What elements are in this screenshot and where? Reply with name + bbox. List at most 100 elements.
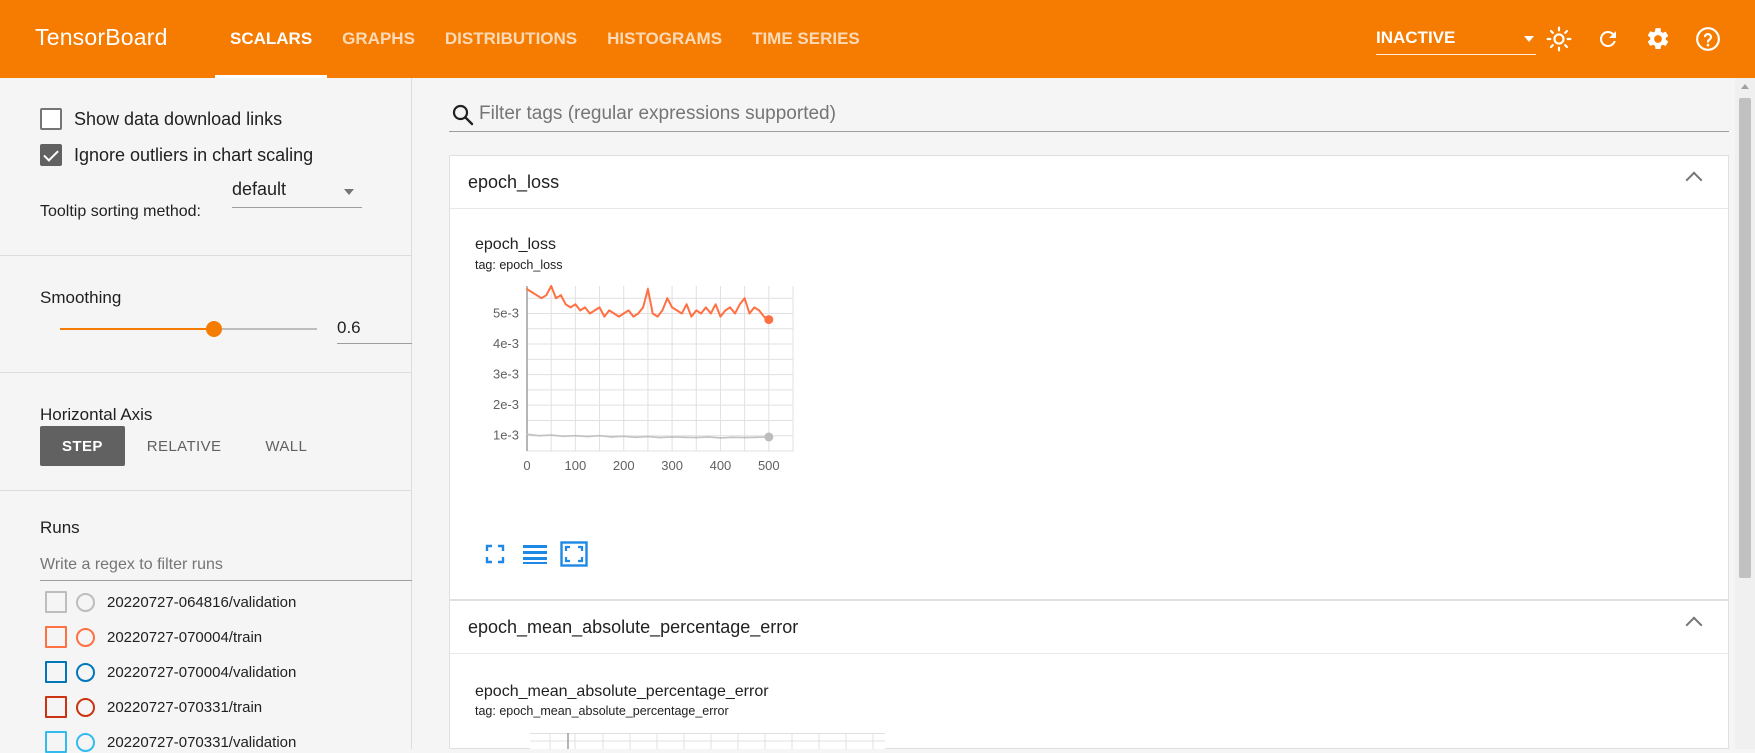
smoothing-slider[interactable] <box>60 321 317 337</box>
epoch-loss-chart[interactable]: 0 100 200 300 400 500 1e-3 2e-3 3e-3 4e-3 5e-3 <box>475 280 895 540</box>
ignore-outliers-label: Ignore outliers in chart scaling <box>74 144 314 165</box>
tab-time-series[interactable]: TIME SERIES <box>737 0 875 78</box>
search-icon <box>452 104 474 126</box>
data-point <box>714 303 717 306</box>
data-point <box>734 312 736 315</box>
tooltip-sorting-select[interactable]: default <box>232 178 362 208</box>
card-title: epoch_mean_absolute_percentage_error <box>468 617 799 637</box>
data-point <box>743 297 746 300</box>
show-download-links-label: Show data download links <box>74 108 283 129</box>
chevron-down-icon <box>1524 36 1534 42</box>
tooltip-sorting-value: default <box>232 179 287 199</box>
settings-icon[interactable] <box>1642 23 1674 55</box>
data-point <box>738 303 741 306</box>
tab-scalars[interactable]: SCALARS <box>215 0 328 78</box>
legend-toggle-icon[interactable] <box>522 543 548 565</box>
sidebar: Show data download links Ignore outliers… <box>0 78 412 753</box>
data-point <box>569 306 572 309</box>
fit-domain-icon[interactable] <box>560 541 588 567</box>
run-checkbox[interactable] <box>45 626 67 648</box>
data-point <box>753 306 756 309</box>
help-icon[interactable] <box>1692 23 1724 55</box>
horizontal-axis-toggle: STEP RELATIVE WALL <box>40 426 329 466</box>
axis-step-button[interactable]: STEP <box>40 426 125 466</box>
brightness-icon[interactable] <box>1543 23 1575 55</box>
data-point <box>622 435 625 438</box>
chevron-up-icon[interactable] <box>1685 616 1703 634</box>
run-color-icon[interactable] <box>76 697 95 717</box>
data-point <box>764 315 774 325</box>
run-color-icon[interactable] <box>76 592 95 612</box>
x-tick-label: 100 <box>565 458 587 473</box>
data-point <box>559 294 562 297</box>
data-point <box>719 315 722 318</box>
checkbox-unchecked[interactable] <box>40 108 62 130</box>
data-point <box>588 312 591 315</box>
epoch-mape-card-header[interactable]: epoch_mean_absolute_percentage_error <box>450 601 1728 654</box>
tab-distributions[interactable]: DISTRIBUTIONS <box>430 0 592 78</box>
epoch-loss-card-header[interactable]: epoch_loss <box>450 156 1728 209</box>
axis-wall-button[interactable]: WALL <box>243 426 329 466</box>
data-point <box>707 436 710 438</box>
smoothing-input[interactable]: 0.6 <box>337 314 412 344</box>
inactive-dashboards-select[interactable]: INACTIVE <box>1376 25 1536 55</box>
data-point <box>610 436 613 438</box>
chevron-up-icon[interactable] <box>1685 171 1703 189</box>
run-checkbox[interactable] <box>45 696 67 718</box>
epoch-mape-chart[interactable] <box>530 733 885 749</box>
data-point <box>538 434 540 437</box>
data-point <box>647 288 649 290</box>
data-point <box>683 436 686 439</box>
tooltip-sorting-label: Tooltip sorting method: <box>40 203 201 220</box>
checkbox-checked[interactable] <box>40 144 62 166</box>
app-brand: TensorBoard <box>35 24 168 50</box>
data-point <box>550 285 553 287</box>
run-checkbox[interactable] <box>45 591 67 613</box>
data-point <box>627 309 630 312</box>
scroll-up-arrow-icon[interactable] <box>1741 84 1749 89</box>
run-name: 20220727-070331/train <box>107 698 263 716</box>
data-point <box>709 312 712 315</box>
data-point <box>680 312 683 315</box>
data-point <box>656 315 659 318</box>
fullscreen-icon[interactable] <box>484 543 506 565</box>
top-app-bar: TensorBoard SCALARS GRAPHS DISTRIBUTIONS… <box>0 0 1755 78</box>
data-point <box>579 309 582 312</box>
ignore-outliers-checkbox[interactable]: Ignore outliers in chart scaling <box>40 144 313 166</box>
epoch-mape-card: epoch_mean_absolute_percentage_error <box>449 600 1729 749</box>
runs-filter-input[interactable]: Write a regex to filter runs <box>40 551 412 581</box>
data-point <box>748 312 751 315</box>
axis-relative-button[interactable]: RELATIVE <box>125 426 244 466</box>
data-point <box>530 291 533 294</box>
data-point <box>545 294 548 297</box>
run-color-icon[interactable] <box>76 627 95 647</box>
plot-area <box>527 286 793 451</box>
run-item[interactable]: 20220727-070004/validation <box>45 661 296 683</box>
x-tick-label: 200 <box>613 458 635 473</box>
tag-filter-input[interactable]: Filter tags (regular expressions support… <box>449 92 1729 132</box>
tab-graphs[interactable]: GRAPHS <box>327 0 430 78</box>
run-item[interactable]: 20220727-070004/train <box>45 626 262 648</box>
run-checkbox[interactable] <box>45 731 67 753</box>
run-checkbox[interactable] <box>45 661 67 683</box>
scrollbar-thumb[interactable] <box>1739 98 1751 578</box>
data-point <box>535 294 538 297</box>
run-name: 20220727-070004/validation <box>107 663 297 681</box>
y-tick-label: 4e-3 <box>493 336 519 351</box>
page-scrollbar[interactable] <box>1735 78 1755 749</box>
runs-label: Runs <box>40 518 80 537</box>
run-color-icon[interactable] <box>76 662 95 682</box>
show-download-links-checkbox[interactable]: Show data download links <box>40 108 282 130</box>
data-point <box>647 435 649 438</box>
data-point <box>574 434 577 437</box>
run-item[interactable]: 20220727-070331/train <box>45 696 262 718</box>
data-point <box>685 303 688 306</box>
data-point <box>608 309 611 312</box>
run-item[interactable]: 20220727-064816/validation <box>45 591 296 613</box>
refresh-icon[interactable] <box>1592 23 1624 55</box>
run-name: 20220727-064816/validation <box>107 593 297 611</box>
run-item[interactable]: 20220727-070331/validation <box>45 731 296 753</box>
tab-histograms[interactable]: HISTOGRAMS <box>592 0 737 78</box>
data-point <box>695 309 698 312</box>
data-point <box>763 315 765 318</box>
